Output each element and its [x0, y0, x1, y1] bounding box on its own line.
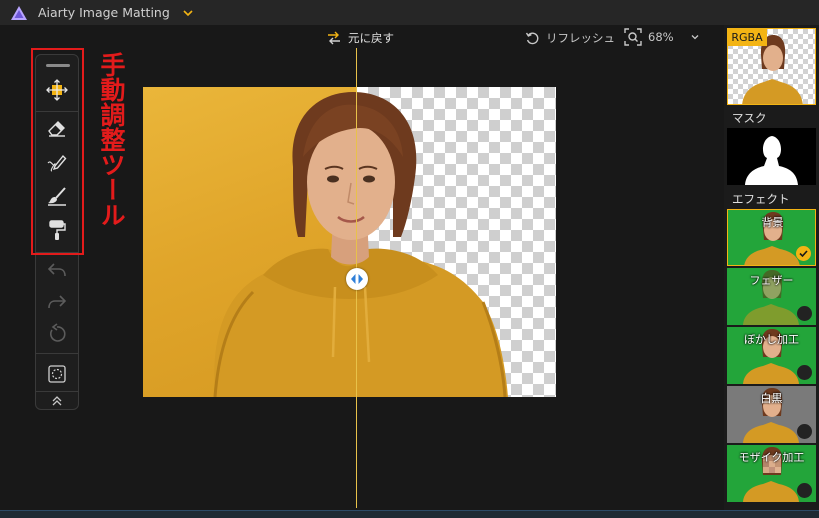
reset-icon [49, 323, 66, 342]
effect-label: ぼかし加工 [744, 333, 799, 346]
refresh-label: リフレッシュ [546, 31, 615, 45]
redo-button[interactable] [44, 289, 70, 315]
zoom-fit-icon [624, 28, 642, 46]
brush-tool-button[interactable] [44, 183, 70, 209]
app-logo-icon [11, 5, 27, 20]
chevron-down-icon[interactable] [690, 32, 700, 42]
image-preview[interactable] [143, 87, 556, 397]
swap-icon [328, 31, 340, 45]
effect-monochrome[interactable]: 白黒 [727, 386, 816, 443]
pencil-tool-button[interactable] [44, 149, 70, 175]
eraser-tool-button[interactable] [44, 115, 70, 141]
move-icon [46, 79, 68, 101]
move-tool-button[interactable] [44, 77, 70, 103]
compare-slider-handle[interactable] [346, 268, 368, 290]
reset-button[interactable] [44, 321, 70, 347]
effect-label: フェザー [749, 274, 794, 287]
zoom-control[interactable]: 68% [624, 28, 700, 46]
effect-toggle-icon[interactable] [797, 365, 812, 380]
effect-mosaic[interactable]: モザイク加工 [727, 445, 816, 502]
zoom-value: 68% [648, 30, 674, 44]
effect-label: 背景 [761, 216, 784, 229]
collapse-up-icon [52, 396, 62, 406]
status-strip [0, 510, 819, 518]
manual-tools-annotation: 手動調整ツール [97, 52, 126, 227]
undo-button[interactable] [44, 257, 70, 283]
selection-icon [48, 365, 66, 383]
effect-feather[interactable]: フェザー [727, 268, 816, 325]
effect-background[interactable]: 背景 [727, 209, 816, 266]
selection-button[interactable] [44, 361, 70, 387]
effects-label: エフェクト [732, 192, 790, 206]
refresh-icon [525, 31, 539, 44]
tool-separator [36, 111, 78, 112]
eraser-icon [48, 121, 65, 137]
effect-toggle-icon[interactable] [797, 306, 812, 321]
mask-preview-thumb[interactable] [727, 128, 816, 185]
left-right-arrows-icon [351, 274, 363, 284]
brush-icon [48, 187, 66, 206]
undo-compare-button[interactable]: 元に戻す [326, 30, 394, 46]
effect-blur[interactable]: ぼかし加工 [727, 327, 816, 384]
effect-toggle-icon[interactable] [797, 424, 812, 439]
paint-roller-icon [49, 220, 66, 240]
panel-drag-handle[interactable] [46, 64, 70, 67]
tool-separator [36, 252, 78, 253]
checkmark-icon[interactable] [796, 246, 811, 261]
redo-arrow-icon [48, 295, 67, 309]
rgba-label: RGBA [727, 28, 767, 46]
app-title: Aiarty Image Matting [38, 5, 170, 20]
effect-label: モザイク加工 [738, 451, 805, 464]
pencil-icon [47, 154, 67, 172]
subject-photo [213, 92, 508, 397]
mask-label: マスク [732, 111, 767, 125]
tool-separator [36, 353, 78, 354]
undo-label: 元に戻す [348, 31, 394, 45]
undo-arrow-icon [47, 263, 66, 277]
mask-silhouette-image [745, 136, 798, 185]
effect-label: 白黒 [760, 392, 783, 405]
roller-tool-button[interactable] [44, 217, 70, 243]
collapse-panel-button[interactable] [44, 391, 70, 411]
tool-panel [35, 54, 79, 410]
title-bar: Aiarty Image Matting [0, 0, 819, 25]
effect-toggle-icon[interactable] [797, 483, 812, 498]
refresh-button[interactable]: リフレッシュ [525, 30, 615, 46]
chevron-down-icon[interactable] [182, 7, 194, 19]
